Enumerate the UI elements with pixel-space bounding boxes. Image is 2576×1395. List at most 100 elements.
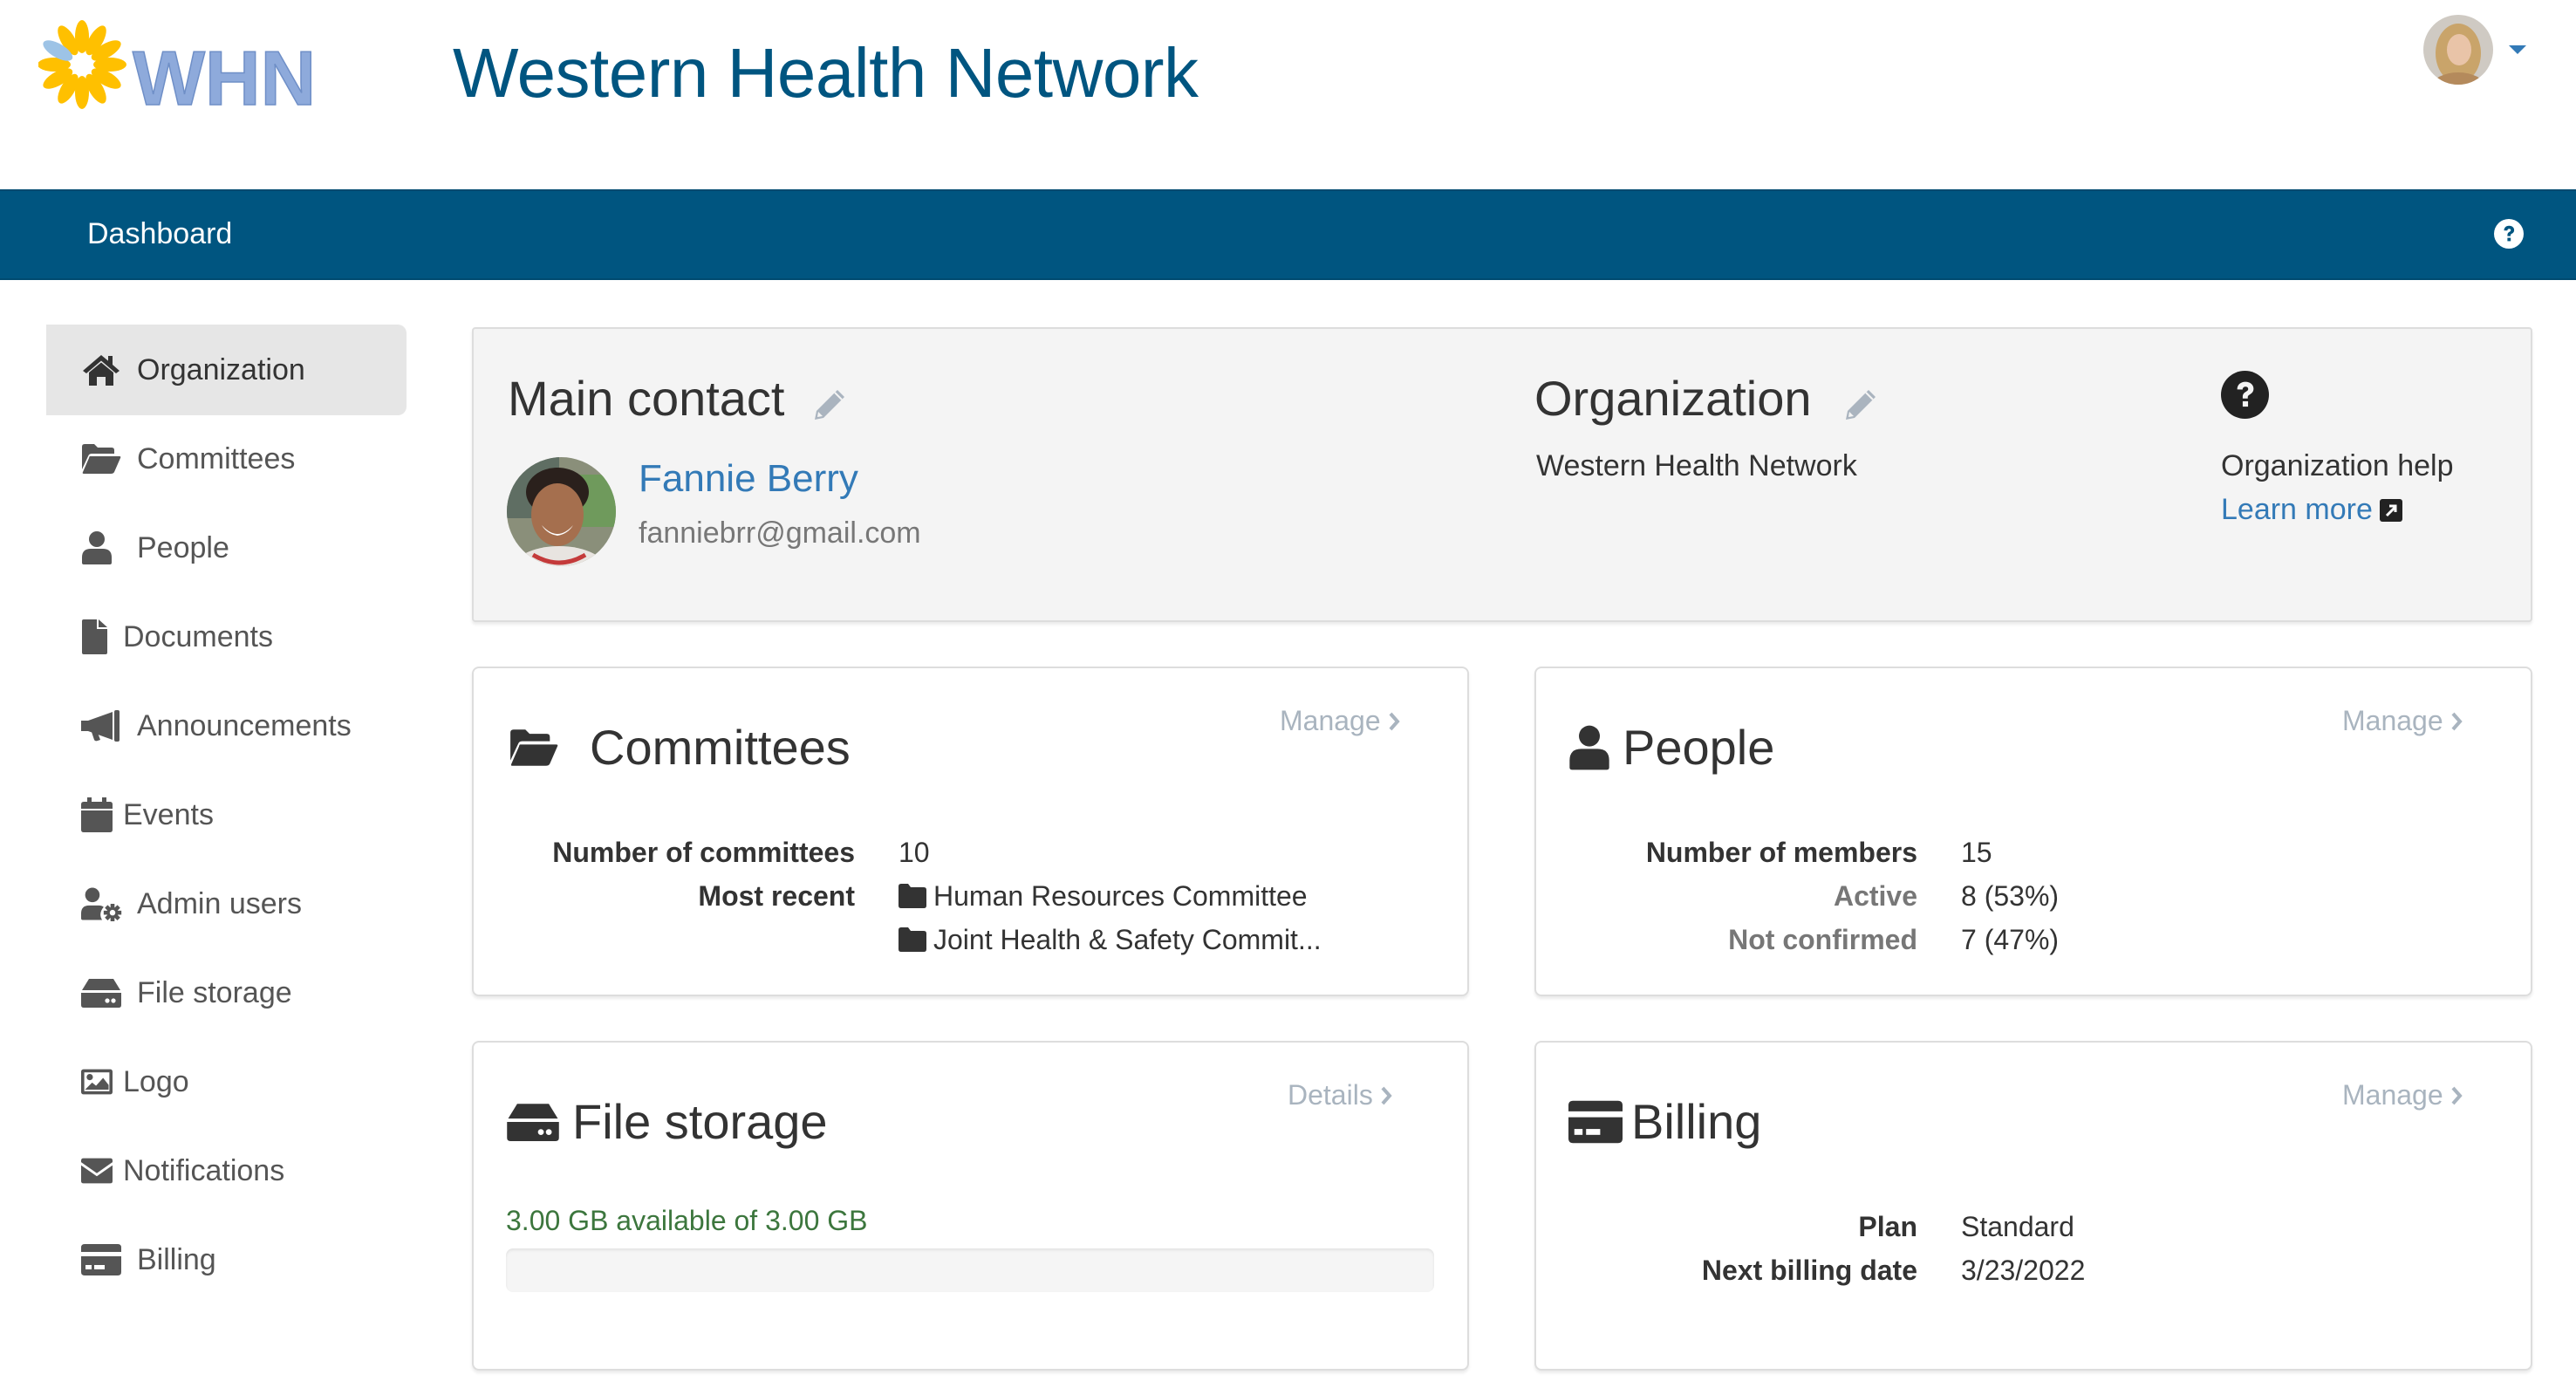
header: WHN Western Health Network (0, 0, 2576, 189)
user-icon (81, 530, 123, 566)
recent-committee-link[interactable]: Human Resources Committee (899, 880, 1308, 913)
organization-heading: Organization (1534, 371, 1812, 426)
stat-value: 7 (47%) (1961, 923, 2060, 955)
stat-row: Active 8 (53%) (1587, 874, 2059, 918)
sidebar-item-people[interactable]: People (46, 503, 407, 593)
committees-heading: Committees (590, 720, 851, 775)
hdd-icon (506, 1103, 560, 1141)
committees-manage-link[interactable]: Manage (1280, 705, 1400, 737)
chevron-right-icon (2451, 1086, 2463, 1104)
chevron-right-icon (1389, 712, 1400, 730)
sidebar-item-organization[interactable]: Organization (46, 325, 407, 415)
stat-label: Most recent (698, 879, 855, 912)
site-title: Western Health Network (453, 34, 1199, 112)
billing-heading: Billing (1631, 1094, 1762, 1149)
sidebar-item-label: Notifications (123, 1153, 285, 1187)
learn-more-link[interactable]: Learn more (2221, 493, 2402, 527)
sidebar: Organization Committees People Documents… (46, 325, 407, 1303)
user-avatar[interactable] (2423, 15, 2493, 85)
billing-card-header: Billing (1568, 1093, 1761, 1150)
sidebar-item-announcements[interactable]: Announcements (46, 680, 407, 771)
billing-details: Plan Standard Next billing date 3/23/202… (1587, 1205, 2086, 1292)
stat-value: 10 (899, 836, 930, 868)
committees-stats: Number of committees 10 Most recent Huma… (524, 831, 1322, 961)
nav-dashboard-link[interactable]: Dashboard (87, 217, 232, 251)
edit-main-contact-pencil-icon[interactable] (813, 388, 846, 421)
stat-value: Standard (1961, 1210, 2074, 1242)
committees-card: Committees Manage Number of committees 1… (472, 667, 1469, 996)
recent-committee-name: Joint Health & Safety Commit... (933, 923, 1322, 955)
sidebar-item-logo[interactable]: Logo (46, 1036, 407, 1127)
stat-value: 8 (53%) (1961, 879, 2060, 912)
people-heading: People (1623, 720, 1775, 775)
contact-email: fanniebrr@gmail.com (639, 516, 921, 550)
file-storage-card: File storage Details 3.00 GB available o… (472, 1041, 1469, 1371)
chevron-right-icon (1381, 1086, 1392, 1104)
billing-manage-link[interactable]: Manage (2342, 1079, 2463, 1111)
manage-label: Manage (2342, 705, 2443, 736)
stat-row: Plan Standard (1587, 1205, 2085, 1248)
sidebar-item-label: Events (123, 797, 214, 831)
navbar: Dashboard (0, 189, 2576, 280)
recent-committee-link[interactable]: Joint Health & Safety Commit... (899, 924, 1322, 956)
stat-row: Not confirmed 7 (47%) (1587, 918, 2059, 961)
stat-label: Number of committees (552, 836, 855, 868)
user-icon (1568, 723, 1610, 772)
main-contact-heading: Main contact (508, 371, 785, 426)
user-photo-icon (2423, 15, 2493, 85)
contact-name-link[interactable]: Fannie Berry (639, 457, 858, 501)
sidebar-item-committees[interactable]: Committees (46, 414, 407, 504)
organization-name: Western Health Network (1536, 449, 1857, 482)
sidebar-item-file-storage[interactable]: File storage (46, 947, 407, 1038)
whn-logo[interactable]: WHN (38, 19, 335, 110)
file-storage-heading: File storage (572, 1094, 828, 1149)
external-link-icon (2379, 498, 2402, 522)
sidebar-item-label: Admin users (137, 886, 302, 920)
sidebar-item-label: Announcements (137, 708, 352, 742)
folder-icon (899, 884, 926, 908)
edit-organization-pencil-icon[interactable] (1844, 388, 1877, 421)
folder-open-icon (81, 441, 123, 477)
stat-value: 15 (1961, 836, 1992, 868)
bullhorn-icon (81, 708, 123, 744)
sidebar-item-label: Organization (137, 352, 305, 386)
sidebar-item-documents[interactable]: Documents (46, 592, 407, 682)
user-menu[interactable] (2423, 15, 2526, 85)
sidebar-item-label: File storage (137, 975, 292, 1009)
stat-row: Joint Health & Safety Commit... (524, 918, 1322, 961)
committees-card-header: Committees (506, 719, 851, 776)
chevron-right-icon (2451, 712, 2463, 730)
manage-label: Manage (1280, 705, 1381, 736)
stat-label: Plan (1858, 1210, 1917, 1242)
file-icon (81, 619, 113, 655)
people-manage-link[interactable]: Manage (2342, 705, 2463, 737)
contact-avatar[interactable] (507, 457, 616, 566)
folder-icon (899, 927, 926, 952)
file-storage-details-link[interactable]: Details (1288, 1079, 1392, 1111)
stat-row: Number of committees 10 (524, 831, 1322, 874)
sidebar-item-notifications[interactable]: Notifications (46, 1125, 407, 1216)
credit-card-icon (1568, 1099, 1623, 1145)
people-stats: Number of members 15 Active 8 (53%) Not … (1587, 831, 2059, 961)
storage-summary: 3.00 GB available of 3.00 GB (506, 1205, 868, 1236)
sidebar-item-label: Committees (137, 441, 296, 475)
question-circle-icon (2221, 371, 2269, 419)
stat-label: Not confirmed (1728, 923, 1917, 955)
image-icon (81, 1063, 113, 1100)
people-card: People Manage Number of members 15 Activ… (1534, 667, 2532, 996)
contact-photo-icon (507, 457, 616, 566)
sidebar-item-admin-users[interactable]: Admin users (46, 858, 407, 949)
sidebar-item-label: People (137, 530, 229, 564)
sidebar-item-billing[interactable]: Billing (46, 1214, 407, 1305)
envelope-icon (81, 1152, 113, 1189)
manage-label: Manage (2342, 1079, 2443, 1111)
billing-card: Billing Manage Plan Standard Next billin… (1534, 1041, 2532, 1371)
sidebar-item-events[interactable]: Events (46, 769, 407, 860)
caret-down-icon[interactable] (2509, 45, 2526, 54)
question-circle-icon[interactable] (2494, 219, 2524, 249)
stat-row: Number of members 15 (1587, 831, 2059, 874)
stat-label: Active (1833, 879, 1917, 912)
stat-row: Most recent Human Resources Committee (524, 874, 1322, 918)
stat-value: 3/23/2022 (1961, 1254, 2086, 1286)
organization-help-label: Organization help (2221, 449, 2454, 482)
